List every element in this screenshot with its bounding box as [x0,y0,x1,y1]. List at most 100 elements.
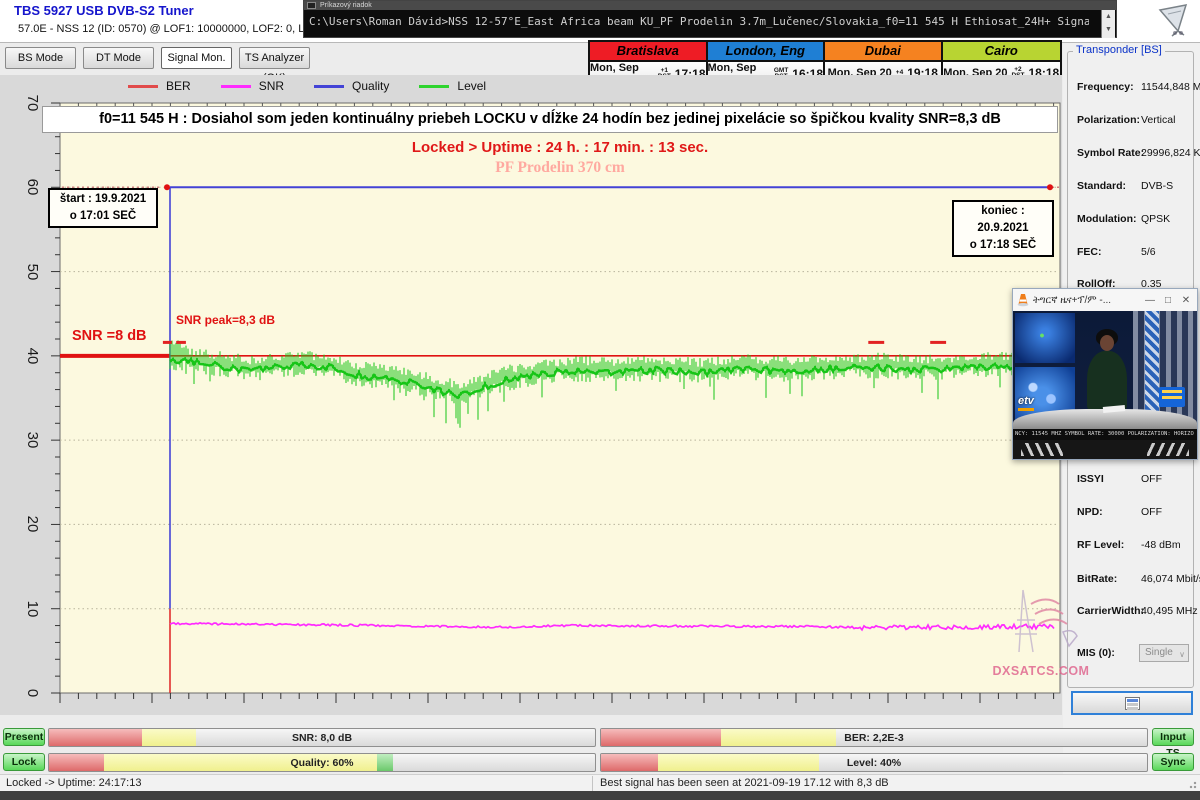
level-line-swatch [419,85,449,88]
console-scrollbar[interactable]: ▲ ▼ [1101,10,1115,38]
ber-meter-text: BER: 2,2E-3 [601,729,1147,746]
y-axis-label: 60 [22,176,44,198]
snr-meter: SNR: 8,0 dB [48,728,596,747]
console-titlebar[interactable]: Príkazový riadok [304,1,1116,10]
video-ticker: NCY: 11545 MHZ SYMBOL RATE: 30000 POLARI… [1013,429,1197,440]
status-bar: Locked -> Uptime: 24:17:13 Best signal h… [0,774,1200,791]
y-axis-label: 20 [22,513,44,535]
transponder-row: FEC:5/6 [1063,246,1200,260]
y-axis-label: 40 [22,345,44,367]
etv-logo-bar [1018,408,1034,411]
quality-meter: Quality: 60% [48,753,596,772]
transponder-row: Modulation:QPSK [1063,213,1200,227]
tab-bs-mode[interactable]: BS Mode [5,47,76,69]
list-icon [1125,697,1140,710]
transponder-row-mis: MIS (0): Single ∨ [1063,647,1200,661]
level-meter: Level: 40% [600,753,1148,772]
signal-chart-panel: f0=11 545 H : Dosiahol som jeden kontinu… [0,75,1062,715]
transponder-group-title: Transponder [BS] [1073,44,1165,56]
start-time: o 17:01 SEČ [54,208,152,225]
legend-ber: BER [128,79,191,93]
desk-stripes-right [1147,443,1189,456]
tab-signal-mon[interactable]: Signal Mon. [161,47,232,69]
quality-line-swatch [314,85,344,88]
clock-city: Cairo [943,42,1061,62]
tuner-title: TBS 5927 USB DVB-S2 Tuner [14,3,194,18]
y-axis-label: 0 [22,682,44,704]
chart-legend: BER SNR Quality Level [128,79,486,93]
tab-ts-analyzer[interactable]: TS Analyzer (OK) [239,47,310,69]
transponder-row: Standard:DVB-S [1063,180,1200,194]
ber-line-swatch [128,85,158,88]
ber-meter: BER: 2,2E-3 [600,728,1148,747]
console-window[interactable]: Príkazový riadok C:\Users\Roman Dávid>NS… [303,0,1117,38]
vlc-window-title: ትግርኛ ዜና+ፕ/ም -... [1033,295,1139,306]
y-axis-label: 10 [22,598,44,620]
status-divider [592,776,593,791]
desk-stripes-left [1021,443,1063,456]
end-date: koniec : 20.9.2021 [958,203,1048,237]
legend-snr: SNR [221,79,284,93]
vlc-titlebar[interactable]: ትግርኛ ዜና+ፕ/ም -... — □ ✕ [1013,289,1197,311]
lock-indicator-button[interactable]: Lock [3,753,45,771]
start-time-box: štart : 19.9.2021 o 17:01 SEČ [48,188,158,228]
lock-uptime-status: Locked -> Uptime: 24:17:13 [6,777,141,789]
close-icon[interactable]: ✕ [1179,295,1193,306]
transponder-row: Frequency:11544,848 MHz [1063,81,1200,95]
antenna-annotation: PF Prodelin 370 cm [60,159,1060,177]
etv-logo: etv [1018,395,1034,407]
snr-peak-label: SNR peak=8,3 dB [176,313,275,327]
resize-grip[interactable] [1187,779,1197,789]
input-ts-button[interactable]: Input TS [1152,728,1194,746]
service-list-button[interactable] [1071,691,1193,715]
mis-selected-value: Single [1145,647,1173,658]
level-meter-text: Level: 40% [601,754,1147,771]
tuner-subtitle: 57.0E - NSS 12 (ID: 0570) @ LOF1: 100000… [18,23,349,35]
legend-quality: Quality [314,79,389,93]
start-date: štart : 19.9.2021 [54,191,152,208]
snr-meter-text: SNR: 8,0 dB [49,729,595,746]
console-icon [307,2,316,9]
transponder-row: ISSYIOFF [1063,473,1200,487]
clock-city: Dubai [825,42,941,62]
mode-tabs: BS Mode DT Mode Signal Mon. TS Analyzer … [5,47,310,69]
transponder-row: CarrierWidth:40,495 MHz [1063,605,1200,619]
clock-city: London, Eng [708,42,824,62]
transponder-row: NPD:OFF [1063,506,1200,520]
desk-front-band [1013,440,1197,459]
chart-headline: f0=11 545 H : Dosiahol som jeden kontinu… [42,106,1058,133]
transponder-row: Polarization:Vertical [1063,114,1200,128]
y-axis-label: 70 [22,92,44,114]
best-signal-status: Best signal has been seen at 2021-09-19 … [600,777,889,789]
transponder-row: RF Level:-48 dBm [1063,539,1200,553]
tab-dt-mode[interactable]: DT Mode [83,47,154,69]
chevron-down-icon: ∨ [1179,647,1185,663]
lower-third-badge [1159,387,1185,407]
video-frame[interactable]: etv NCY: 11545 MHZ SYMBOL RATE: 30000 PO… [1013,311,1197,459]
scroll-down-icon[interactable]: ▼ [1102,23,1115,36]
quality-meter-text: Quality: 60% [49,754,595,771]
scroll-up-icon[interactable]: ▲ [1102,10,1115,23]
taskbar-edge [0,791,1200,800]
uptime-annotation: Locked > Uptime : 24 h. : 17 min. : 13 s… [60,139,1060,156]
sync-ts-button[interactable]: Sync TS [1152,753,1194,771]
news-anchor-face [1100,335,1114,351]
end-time-box: koniec : 20.9.2021 o 17:18 SEČ [952,200,1054,257]
snr-line-swatch [221,85,251,88]
satellite-dish-icon[interactable] [1148,2,1196,40]
clock-city: Bratislava [590,42,706,62]
news-anchor [1087,351,1127,413]
console-command-line[interactable]: C:\Users\Roman Dávid>NSS 12-57°E_East Af… [309,15,1089,28]
vlc-cone-icon [1017,293,1029,307]
studio-screen-top [1015,313,1075,363]
transponder-row: Symbol Rate:29996,824 KS/s [1063,147,1200,161]
transponder-row: BitRate:46,074 Mbit/s [1063,573,1200,587]
mis-dropdown[interactable]: Single ∨ [1139,644,1189,662]
maximize-icon[interactable]: □ [1161,295,1175,306]
y-axis-label: 50 [22,261,44,283]
vlc-player-window[interactable]: ትግርኛ ዜና+ፕ/ም -... — □ ✕ etv NCY: 11545 MH… [1012,288,1198,460]
snr-reference-label: SNR =8 dB [72,328,147,344]
minimize-icon[interactable]: — [1143,295,1157,306]
present-indicator-button[interactable]: Present [3,728,45,746]
legend-level: Level [419,79,486,93]
